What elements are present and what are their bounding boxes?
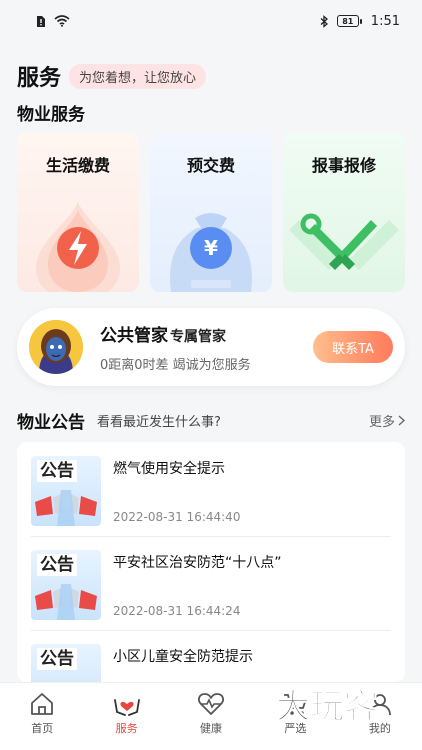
megaphone-icon (35, 584, 97, 620)
more-link[interactable]: 更多 (369, 411, 405, 430)
butler-avatar-icon (29, 320, 83, 374)
service-cards: 生活缴费 预交费 ¥ 报事报修 (17, 132, 405, 292)
battery-icon: 81 (336, 15, 362, 27)
butler-card: 公共管家 专属管家 0距离0时差 竭诚为您服务 联系TA (17, 308, 405, 386)
service-card-prepay[interactable]: 预交费 ¥ (150, 132, 272, 292)
tab-label: 健康 (200, 722, 223, 735)
tab-label: 服务 (115, 722, 138, 735)
notice-body: 燃气使用安全提示 2022-08-31 16:44:40 (113, 456, 240, 526)
notice-thumbnail: 公告 (31, 644, 101, 682)
notice-thumbnail: 公告 (31, 456, 101, 526)
status-time: 1:51 (370, 13, 400, 29)
more-label: 更多 (368, 415, 395, 430)
tab-health[interactable]: 健康 (169, 683, 253, 750)
flame-drop-icon (36, 202, 120, 292)
watermark-logo: 大玩客 (276, 686, 379, 726)
avatar (29, 320, 83, 374)
heart-hands-icon (113, 699, 140, 716)
service-card-label: 生活缴费 (45, 156, 110, 175)
tab-home[interactable]: 首页 (0, 683, 84, 750)
status-left (36, 15, 70, 28)
list-item[interactable]: 公告 小区儿童安全防范提示 (17, 630, 405, 682)
chevron-right-icon (398, 415, 405, 426)
megaphone-icon (31, 644, 101, 682)
notice-title: 燃气使用安全提示 (113, 461, 225, 477)
butler-text: 公共管家 专属管家 0距离0时差 竭诚为您服务 (100, 321, 251, 373)
property-services-title: 物业服务 (17, 105, 85, 125)
list-item[interactable]: 公告 平安社区治安防范“十八点” 2022-08-31 16:44:24 (17, 536, 405, 630)
home-icon (31, 693, 54, 715)
butler-name: 公共管家 (100, 326, 168, 346)
service-card-repair[interactable]: 报事报修 (283, 132, 405, 292)
page-header: 服务 为您着想，让您放心 (17, 60, 207, 92)
contact-button[interactable]: 联系TA (313, 331, 393, 363)
svg-text:¥: ¥ (204, 236, 218, 260)
butler-role: 专属管家 (170, 329, 226, 345)
notice-section-title: 物业公告 (17, 413, 85, 433)
notice-title: 平安社区治安防范“十八点” (113, 555, 282, 571)
bluetooth-icon (320, 14, 328, 28)
list-item[interactable]: 公告 燃气使用安全提示 2022-08-31 16:44:40 (17, 442, 405, 536)
butler-desc: 0距离0时差 竭诚为您服务 (100, 358, 251, 373)
wifi-icon (54, 15, 70, 27)
notice-list: 公告 燃气使用安全提示 2022-08-31 16:44:40 公告 平安社区治… (17, 442, 405, 682)
megaphone-icon (35, 490, 97, 526)
service-card-label: 预交费 (186, 156, 235, 175)
notice-body: 小区儿童安全防范提示 (113, 644, 253, 682)
notice-body: 平安社区治安防范“十八点” 2022-08-31 16:44:24 (113, 550, 282, 620)
money-bag-icon: ¥ (170, 213, 252, 292)
notice-time: 2022-08-31 16:44:24 (113, 604, 241, 618)
notice-thumbnail: 公告 (31, 550, 101, 620)
status-right: 81 1:51 (320, 14, 400, 29)
tools-icon (289, 213, 399, 270)
tab-service[interactable]: 服务 (84, 683, 168, 750)
svg-text:大玩客: 大玩客 (276, 687, 378, 726)
notice-title: 小区儿童安全防范提示 (113, 649, 253, 665)
watermark: 大玩客 (276, 686, 402, 726)
notice-header: 物业公告 看看最近发生什么事? 更多 (17, 408, 405, 433)
sim-icon (37, 15, 45, 27)
status-bar: 81 1:51 (0, 0, 422, 42)
notice-section-subtitle: 看看最近发生什么事? (97, 415, 221, 430)
service-card-label: 报事报修 (311, 156, 376, 175)
health-icon (198, 693, 224, 715)
tab-label: 首页 (31, 722, 54, 735)
page-title: 服务 (17, 66, 62, 91)
service-card-pay[interactable]: 生活缴费 (17, 132, 139, 292)
page-slogan: 为您着想，让您放心 (69, 63, 207, 89)
notice-time: 2022-08-31 16:44:40 (113, 510, 241, 524)
